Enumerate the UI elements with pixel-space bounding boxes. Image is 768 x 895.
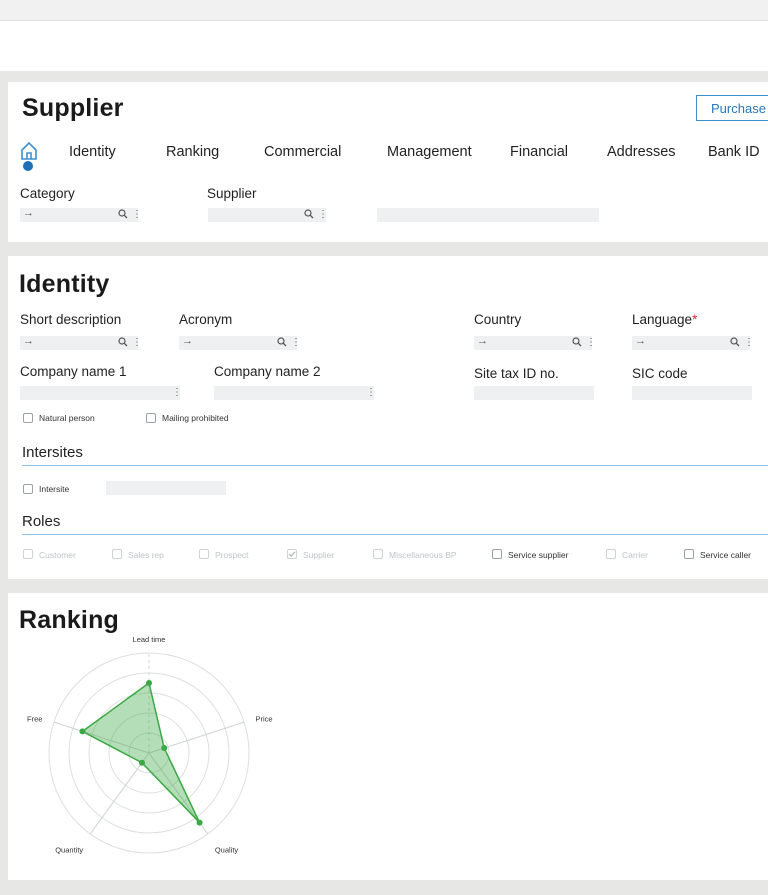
arrow-icon: →: [182, 335, 193, 347]
role-miscellaneous-bp-checkbox[interactable]: [373, 549, 383, 559]
intersites-heading: Intersites: [22, 444, 83, 461]
tab-ranking[interactable]: Ranking: [166, 144, 219, 160]
company-name-2-input[interactable]: ⋮: [214, 386, 376, 400]
role-prospect-checkbox[interactable]: [199, 549, 209, 559]
acronym-input[interactable]: → ⋮: [179, 335, 301, 350]
ranking-radar-chart: Lead time Price Quality Quantity Free: [27, 635, 273, 855]
country-input[interactable]: → ⋮: [474, 335, 596, 350]
tab-identity[interactable]: Identity: [69, 144, 116, 160]
radar-point: [161, 745, 168, 752]
browser-top-band: [0, 0, 768, 21]
radar-point: [79, 728, 86, 735]
language-input[interactable]: → ⋮: [632, 335, 754, 350]
category-input[interactable]: → ⋮: [20, 207, 142, 222]
supplier-label: Supplier: [207, 186, 257, 201]
mailing-prohibited-label: Mailing prohibited: [162, 413, 229, 423]
supplier-name-display: [377, 208, 599, 222]
country-label: Country: [474, 312, 522, 327]
role-service-supplier-checkbox[interactable]: [492, 549, 502, 559]
role-supplier-checkbox[interactable]: [287, 549, 297, 559]
radar-axis-label: Quality: [215, 846, 239, 855]
roles-heading: Roles: [22, 513, 61, 530]
more-options-icon[interactable]: ⋮: [132, 209, 142, 221]
role-sales-rep-label: Sales rep: [128, 550, 164, 560]
intersite-input[interactable]: [106, 481, 226, 495]
search-icon[interactable]: [118, 209, 128, 219]
more-options-icon[interactable]: ⋮: [744, 337, 754, 349]
role-carrier-label: Carrier: [622, 550, 648, 560]
radar-area: [81, 681, 201, 824]
role-service-caller-label: Service caller: [700, 550, 752, 560]
short-description-label: Short description: [20, 312, 122, 327]
sic-code-input[interactable]: [632, 386, 752, 400]
role-customer-label: Customer: [39, 550, 76, 560]
natural-person-checkbox[interactable]: [23, 413, 33, 423]
supplier-input[interactable]: ⋮: [208, 208, 328, 222]
tab-bank-id[interactable]: Bank ID: [708, 144, 760, 160]
role-supplier-label: Supplier: [303, 550, 335, 560]
intersite-checkbox[interactable]: [23, 484, 33, 494]
role-service-supplier-label: Service supplier: [508, 550, 569, 560]
role-miscellaneous-bp-label: Miscellaneous BP: [389, 550, 457, 560]
short-description-input[interactable]: → ⋮: [20, 335, 142, 350]
search-icon[interactable]: [572, 337, 582, 347]
top-white-band: [0, 21, 768, 71]
mailing-prohibited-checkbox[interactable]: [146, 413, 156, 423]
language-label: Language*: [632, 312, 698, 327]
radar-axis-label: Free: [27, 714, 42, 723]
page-title: Supplier: [22, 94, 124, 122]
required-marker: *: [692, 312, 698, 327]
more-options-icon[interactable]: ⋮: [366, 387, 376, 399]
tab-commercial[interactable]: Commercial: [264, 144, 341, 160]
more-options-icon[interactable]: ⋮: [318, 209, 328, 221]
acronym-label: Acronym: [179, 312, 233, 327]
arrow-icon: →: [477, 335, 488, 347]
ranking-card: Ranking Lead time Price Quality Quantity Fre…: [8, 593, 768, 880]
natural-person-label: Natural person: [39, 413, 95, 423]
arrow-icon: →: [23, 335, 34, 347]
arrow-icon: →: [23, 207, 34, 219]
more-options-icon[interactable]: ⋮: [172, 387, 182, 399]
role-service-caller-checkbox[interactable]: [684, 549, 694, 559]
identity-title: Identity: [19, 270, 110, 298]
radar-axis-label: Price: [256, 714, 273, 723]
site-tax-id-input[interactable]: [474, 386, 594, 400]
tab-management[interactable]: Management: [387, 144, 472, 160]
tab-home[interactable]: [19, 140, 39, 174]
more-options-icon[interactable]: ⋮: [586, 337, 596, 349]
company-name-1-label: Company name 1: [20, 364, 127, 379]
role-sales-rep-checkbox[interactable]: [112, 549, 122, 559]
home-icon: [21, 141, 37, 171]
radar-axis-label: Quantity: [55, 846, 83, 855]
section-divider: [22, 534, 768, 535]
purchase-button[interactable]: Purchase: [696, 95, 768, 121]
radar-point: [138, 759, 145, 766]
section-divider: [22, 465, 768, 466]
search-icon[interactable]: [277, 337, 287, 347]
role-carrier-checkbox[interactable]: [606, 549, 616, 559]
search-icon[interactable]: [730, 337, 740, 347]
identity-card: Identity Short description → ⋮ Acronym →…: [8, 256, 768, 579]
radar-axis-label: Lead time: [133, 635, 166, 644]
role-customer-checkbox[interactable]: [23, 549, 33, 559]
checkmark-icon: [288, 551, 296, 558]
radar-point: [196, 819, 203, 826]
site-tax-id-label: Site tax ID no.: [474, 366, 559, 381]
sic-code-label: SIC code: [632, 366, 688, 381]
role-prospect-label: Prospect: [215, 550, 249, 560]
supplier-header-card: Supplier Purchase Identity Ranking Comme…: [8, 82, 768, 242]
category-label: Category: [20, 186, 75, 201]
arrow-icon: →: [635, 335, 646, 347]
more-options-icon[interactable]: ⋮: [132, 337, 142, 349]
more-options-icon[interactable]: ⋮: [291, 337, 301, 349]
company-name-2-label: Company name 2: [214, 364, 321, 379]
search-icon[interactable]: [304, 209, 314, 219]
intersite-label: Intersite: [39, 484, 70, 494]
search-icon[interactable]: [118, 337, 128, 347]
radar-point: [146, 680, 152, 686]
company-name-1-input[interactable]: ⋮: [20, 386, 182, 400]
tab-financial[interactable]: Financial: [510, 144, 568, 160]
tab-addresses[interactable]: Addresses: [607, 144, 676, 160]
